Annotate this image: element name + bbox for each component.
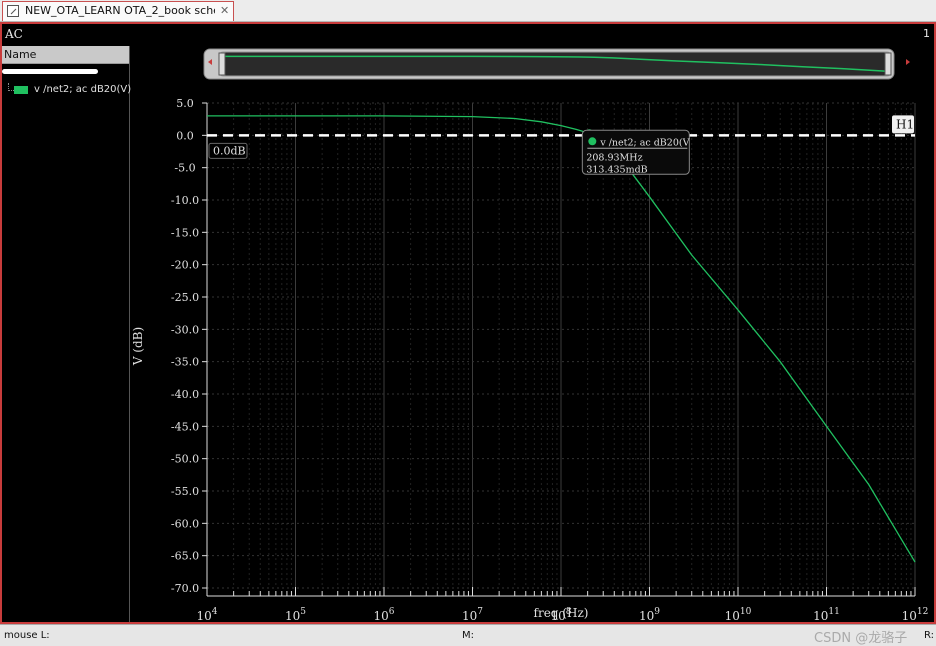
x-tick-label: 1010 (725, 607, 752, 622)
name-column-header[interactable]: Name (2, 46, 129, 64)
overview-scrollbar[interactable] (203, 48, 910, 80)
x-tick-label: 105 (285, 607, 306, 622)
y-tick-label: -40.0 (171, 388, 199, 401)
trace-list-item[interactable]: v /net2; ac dB20(V) (8, 83, 132, 97)
waveform-window: AC 1 Name v /net2; ac dB20(V) 5.0 0.0 -5.0… (0, 22, 936, 624)
mouse-middle-status: M: (462, 630, 474, 641)
y-tick-label: -10.0 (171, 194, 199, 207)
mouse-left-status: mouse L: (4, 630, 50, 641)
marker-value-text: 0.0dB (213, 144, 246, 157)
tooltip-trace-name: v /net2; ac dB20(V (599, 137, 689, 148)
plot-area[interactable]: 5.0 0.0 -5.0 -10.0 -15.0 -20.0 -25.0 -30.0 -35.0… (130, 46, 934, 622)
y-tick-label: 5.0 (176, 97, 194, 110)
y-axis-label: V (dB) (131, 327, 145, 366)
tab-label: NEW_OTA_LEARN OTA_2_book schem... (25, 4, 215, 17)
x-tick-label: 106 (373, 607, 394, 622)
x-tick-label: 104 (196, 607, 217, 622)
y-tick-label: -30.0 (171, 323, 199, 336)
h1-marker-name: H1 (896, 117, 914, 131)
x-tick-label: 1011 (813, 607, 840, 622)
y-tick-label: -20.0 (171, 259, 199, 272)
h1-marker-label[interactable]: H1 (892, 115, 914, 134)
overview-left-handle[interactable] (218, 52, 226, 76)
trace-color-swatch (14, 86, 28, 94)
trace-name: v /net2; ac dB20(V) (34, 84, 132, 95)
y-tick-label: -60.0 (171, 517, 199, 530)
x-tick-label: 109 (639, 607, 660, 622)
y-tick-label: -50.0 (171, 453, 199, 466)
close-icon[interactable]: ✕ (220, 2, 229, 20)
y-tick-label: -5.0 (174, 162, 195, 175)
x-tick-label: 107 (462, 607, 483, 622)
marker-tooltip: v /net2; ac dB20(V 208.93MHz 313.435mdB (581, 129, 690, 175)
y-tick-label: -70.0 (171, 582, 199, 595)
y-tick-label: -25.0 (171, 291, 199, 304)
trace-list-panel: Name v /net2; ac dB20(V) (2, 46, 132, 622)
y-tick-label: 0.0 (176, 129, 194, 142)
scroll-right-arrow-icon[interactable] (906, 59, 910, 65)
watermark: CSDN @龙骆子 (814, 631, 908, 646)
mouse-right-status: R: (924, 630, 935, 641)
y-tick-label: -35.0 (171, 356, 199, 369)
y-tick-label: -15.0 (171, 226, 199, 239)
tooltip-value: 313.435mdB (586, 164, 647, 175)
status-bar: mouse L: M: R: CSDN @龙骆子 (0, 624, 936, 646)
x-tick-label: 1012 (902, 607, 929, 622)
x-axis-label: freq (Hz) (534, 606, 589, 620)
tooltip-trace-dot (588, 137, 597, 146)
window-title: AC (5, 27, 23, 41)
y-tick-label: -55.0 (171, 485, 199, 498)
tooltip-freq: 208.93MHz (586, 152, 642, 163)
y-tick-label: -65.0 (171, 550, 199, 563)
marker-value-label: 0.0dB (208, 142, 248, 159)
y-tick-label: -45.0 (171, 420, 199, 433)
overview-right-handle[interactable] (884, 52, 892, 76)
tab-bar: NEW_OTA_LEARN OTA_2_book schem... ✕ (0, 0, 936, 22)
waveform-doc-icon (7, 5, 19, 17)
tab-schematic[interactable]: NEW_OTA_LEARN OTA_2_book schem... ✕ (2, 1, 234, 21)
panel-scrollbar[interactable] (2, 69, 98, 74)
window-number: 1 (923, 27, 930, 40)
